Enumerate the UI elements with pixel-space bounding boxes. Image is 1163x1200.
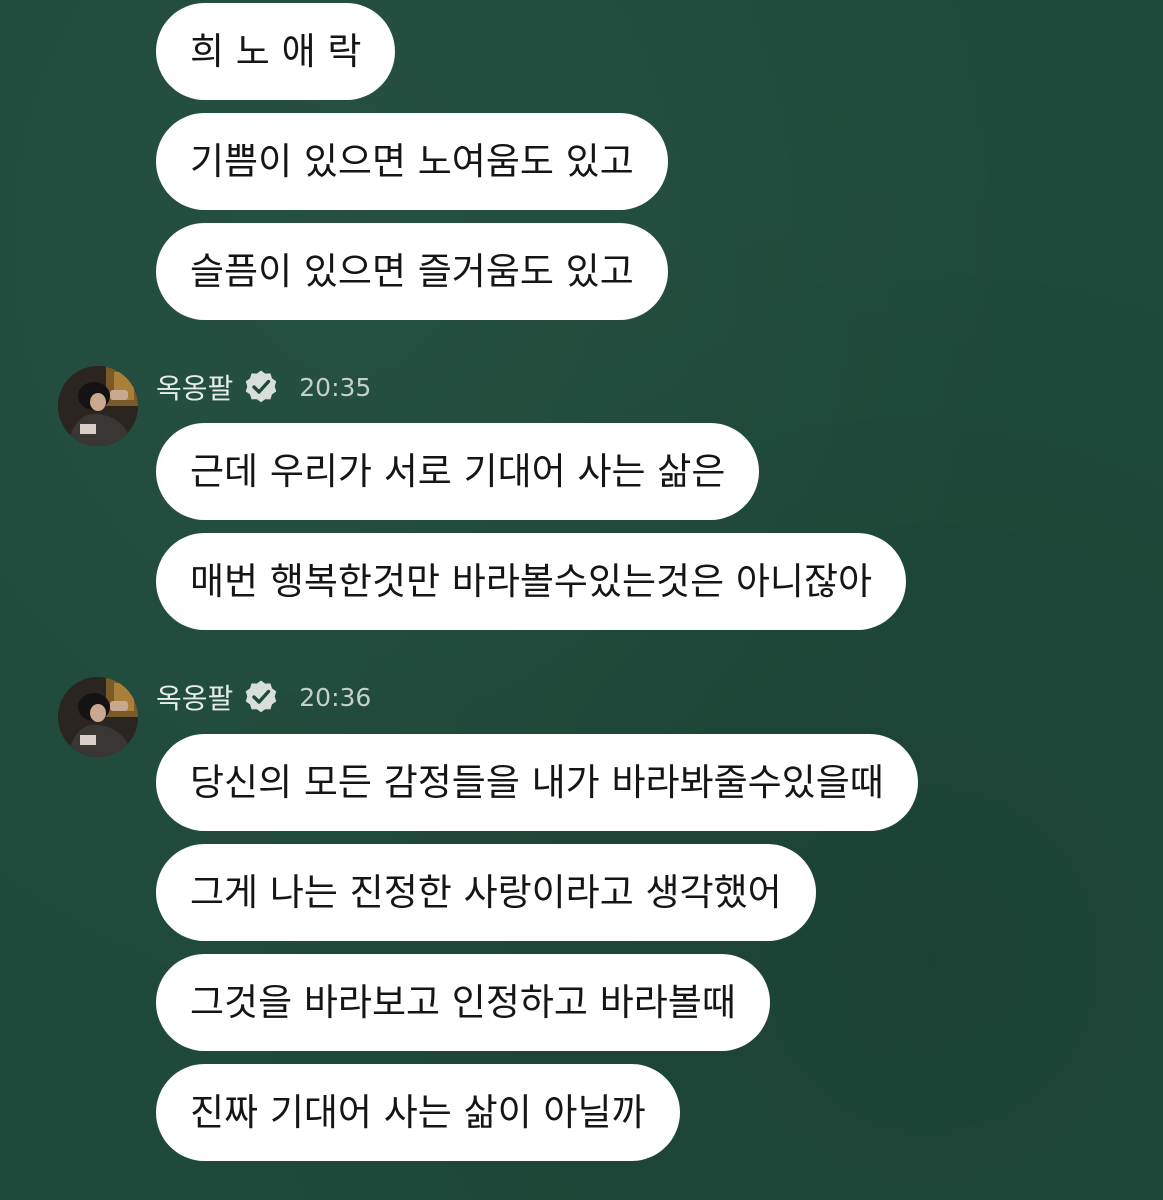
message-bubble[interactable]: 그것을 바라보고 인정하고 바라볼때: [156, 954, 770, 1051]
chat-message-list[interactable]: 희 노 애 락 기쁨이 있으면 노여움도 있고 슬픔이 있으면 즐거움도 있고 …: [0, 0, 1163, 1200]
message-header: 옥옹팔 20:35: [156, 367, 371, 407]
message-bubble[interactable]: 기쁨이 있으면 노여움도 있고: [156, 113, 668, 210]
sender-name[interactable]: 옥옹팔: [156, 677, 233, 717]
verified-check-icon: [243, 679, 279, 715]
verified-check-icon: [243, 369, 279, 405]
message-bubble[interactable]: 그게 나는 진정한 사랑이라고 생각했어: [156, 844, 816, 941]
message-bubble[interactable]: 희 노 애 락: [156, 3, 396, 100]
message-bubble[interactable]: 근데 우리가 서로 기대어 사는 삶은: [156, 423, 760, 520]
sender-name[interactable]: 옥옹팔: [156, 367, 233, 407]
message-bubble[interactable]: 슬픔이 있으면 즐거움도 있고: [156, 223, 668, 320]
message-time: 20:36: [299, 682, 372, 712]
message-header: 옥옹팔 20:36: [156, 677, 371, 717]
message-bubble[interactable]: 당신의 모든 감정들을 내가 바라봐줄수있을때: [156, 734, 918, 831]
message-bubble[interactable]: 매번 행복한것만 바라볼수있는것은 아니잖아: [156, 533, 907, 630]
avatar[interactable]: [58, 366, 138, 446]
message-bubble[interactable]: 진짜 기대어 사는 삶이 아닐까: [156, 1064, 680, 1161]
message-time: 20:35: [299, 372, 372, 402]
avatar[interactable]: [58, 677, 138, 757]
